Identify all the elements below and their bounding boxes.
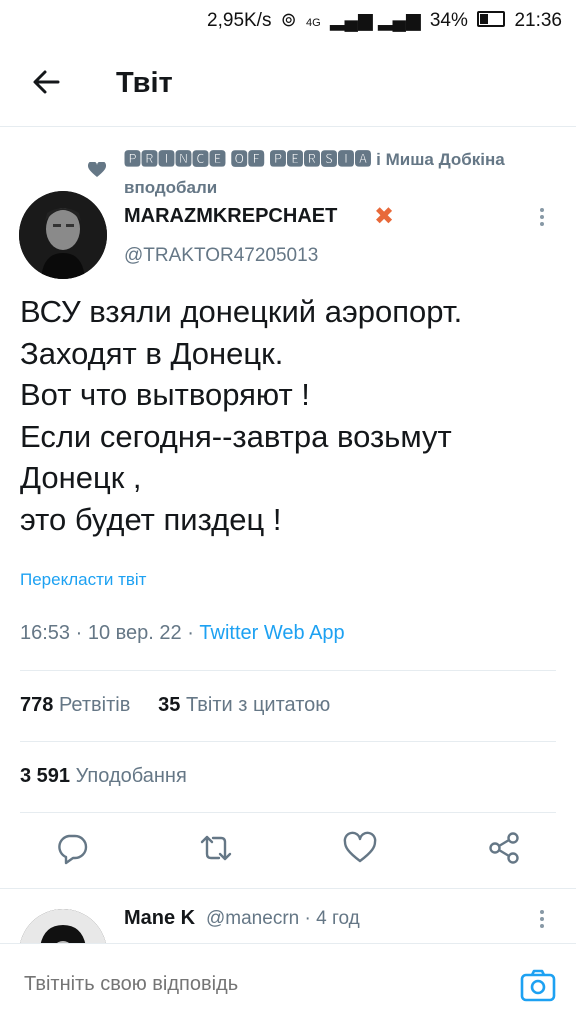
divider xyxy=(20,741,556,742)
author-handle[interactable]: @TRAKTOR47205013 xyxy=(124,245,318,267)
battery-icon xyxy=(477,11,506,27)
liked-by-text[interactable]: 🅿🆁🅸🅽🅲🅴 🅾🅵 🅿🅴🆁🆂🅸🅰 і Миша Добкіна вподобал… xyxy=(124,146,544,202)
quote-count: 35 xyxy=(158,694,181,716)
like-stats[interactable]: 3 591 Уподобання xyxy=(20,765,187,788)
status-text: 2,95K/s ⊚ 4G ▂▄▆ ▂▄▆ 34% 21:36 xyxy=(203,9,562,32)
battery-percent: 34% xyxy=(429,10,468,31)
avatar[interactable] xyxy=(19,191,107,279)
reply-author-name[interactable]: Mane K xyxy=(124,907,195,930)
reply-avatar[interactable] xyxy=(19,909,107,945)
author-name[interactable]: MARAZMKREPCHAET xyxy=(124,205,337,228)
x-emoji: ✖ xyxy=(374,203,395,230)
reply-tweet[interactable]: Mane K @manecrn · 4 год xyxy=(0,888,576,945)
page-title: Твіт xyxy=(116,67,173,99)
like-count: 3 591 xyxy=(20,765,71,787)
share-icon[interactable] xyxy=(484,828,524,868)
wifi-icon: ⊚ xyxy=(280,10,297,31)
network-type: 4G xyxy=(305,17,321,29)
divider xyxy=(20,812,556,813)
back-arrow-icon[interactable] xyxy=(26,62,66,102)
retweet-count: 778 xyxy=(20,694,54,716)
client-link[interactable]: Twitter Web App xyxy=(199,622,344,644)
retweet-icon[interactable] xyxy=(196,828,236,868)
quote-label: Твіти з цитатою xyxy=(185,694,331,716)
reply-handle: @manecrn · 4 год xyxy=(206,908,360,929)
camera-icon[interactable] xyxy=(518,966,558,1006)
like-icon[interactable] xyxy=(340,828,380,868)
retweet-label: Ретвітів xyxy=(58,694,131,716)
more-options-icon[interactable] xyxy=(538,907,546,931)
reply-icon[interactable] xyxy=(52,828,92,868)
top-bar: Твіт xyxy=(0,40,576,127)
tweet-meta: 16:53 · 10 вер. 22 · Twitter Web App xyxy=(20,622,345,645)
status-bar: 2,95K/s ⊚ 4G ▂▄▆ ▂▄▆ 34% 21:36 xyxy=(0,0,576,40)
more-options-icon[interactable] xyxy=(538,205,546,229)
signal-icon: ▂▄▆ ▂▄▆ xyxy=(329,10,421,31)
translate-link[interactable]: Перекласти твіт xyxy=(20,570,146,590)
like-label: Уподобання xyxy=(75,765,187,787)
tweet-timestamp: 16:53 · 10 вер. 22 · xyxy=(20,622,200,644)
clock: 21:36 xyxy=(514,10,562,31)
compose-bar xyxy=(0,943,576,1025)
action-bar xyxy=(0,828,576,874)
heart-icon xyxy=(87,160,107,183)
divider xyxy=(20,670,556,671)
tweet-text: ВСУ взяли донецкий аэропорт. Заходят в Д… xyxy=(20,294,463,537)
net-speed: 2,95K/s xyxy=(207,10,272,31)
reply-input[interactable] xyxy=(22,972,486,997)
retweet-stats[interactable]: 778 Ретвітів 35 Твіти з цитатою xyxy=(20,694,330,717)
